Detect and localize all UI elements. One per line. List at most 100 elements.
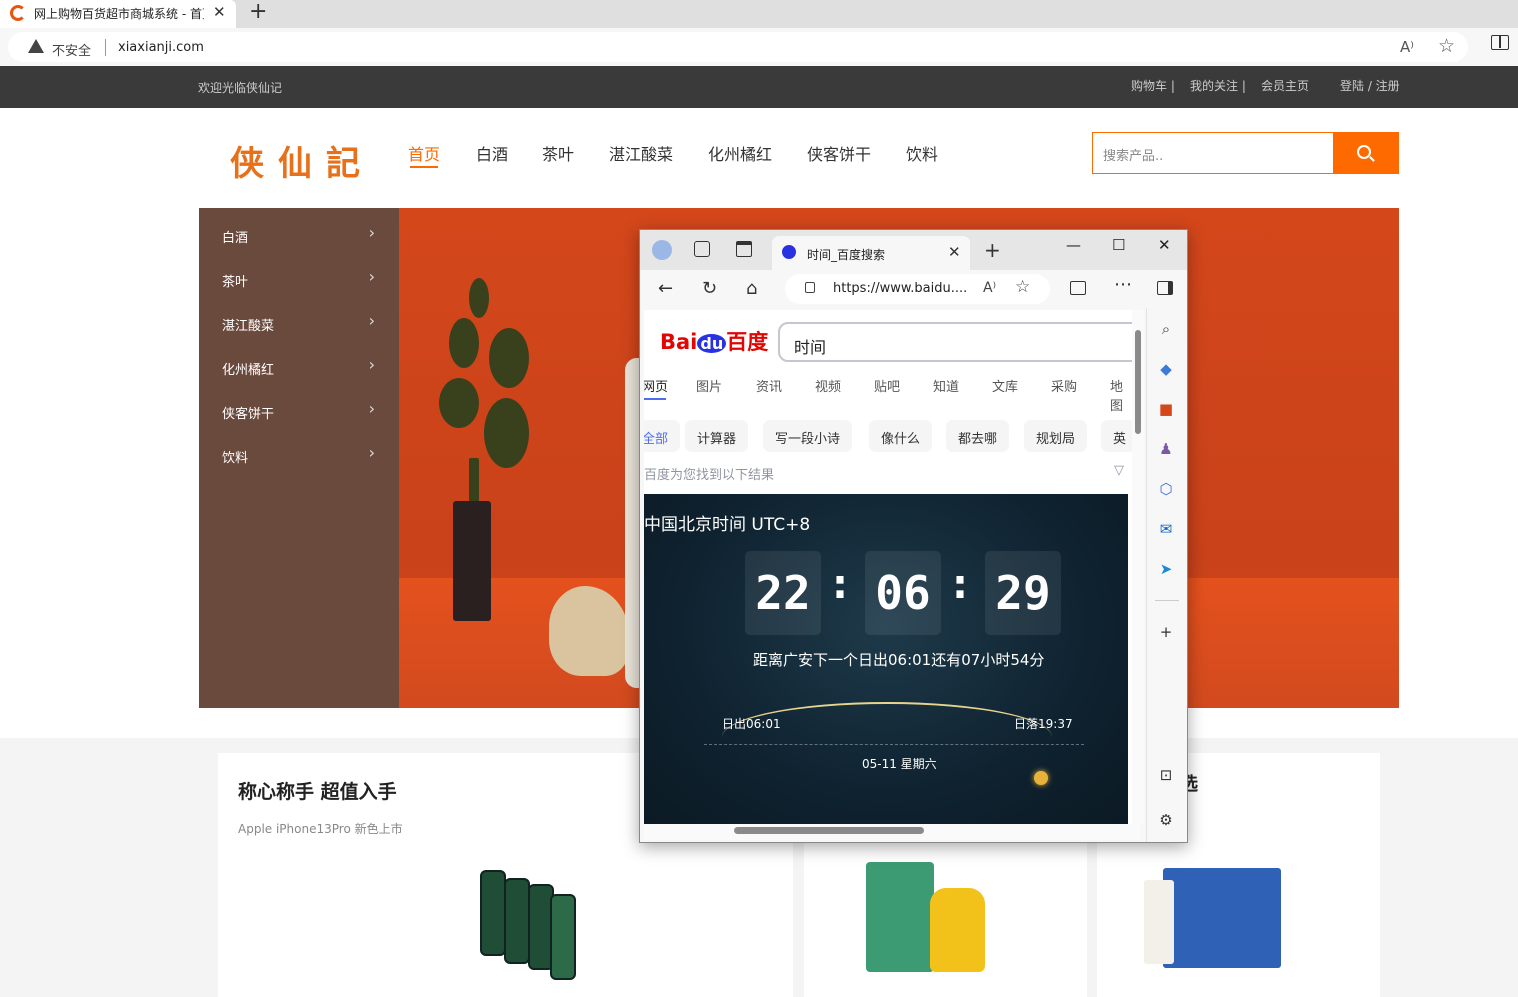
back-arrow-icon[interactable]: ← <box>658 278 673 299</box>
category-item-drinks[interactable]: 饮料 › <box>199 434 399 478</box>
baidu-tab-images[interactable]: 图片 <box>696 376 722 395</box>
maximize-button[interactable]: ☐ <box>1112 236 1125 254</box>
nav-pickles[interactable]: 湛江酸菜 <box>609 141 673 165</box>
chip-planning[interactable]: 规划局 <box>1024 420 1088 452</box>
collections-icon[interactable] <box>694 241 710 257</box>
edge-popup-window[interactable]: 时间_百度搜索 ✕ + — ☐ ✕ ← ↻ ⌂ https://www.baid… <box>639 229 1188 843</box>
favorite-star-icon[interactable]: ☆ <box>1015 277 1030 297</box>
close-tab-icon[interactable]: ✕ <box>948 243 961 261</box>
chevron-right-icon: › <box>368 443 375 462</box>
horizontal-scrollbar[interactable] <box>644 824 1140 840</box>
search-icon[interactable]: ⌕ <box>1157 320 1175 338</box>
split-screen-icon[interactable] <box>1070 281 1086 295</box>
nav-drinks[interactable]: 饮料 <box>906 141 938 165</box>
vertical-scrollbar[interactable] <box>1132 310 1144 824</box>
nav-home[interactable]: 首页 <box>408 141 440 165</box>
add-icon[interactable]: + <box>1157 623 1175 641</box>
scroll-thumb[interactable] <box>1135 330 1141 434</box>
chip-calculator[interactable]: 计算器 <box>685 420 749 452</box>
scroll-thumb[interactable] <box>734 827 924 834</box>
chip-where[interactable]: 都去哪 <box>946 420 1010 452</box>
new-tab-button[interactable]: + <box>249 0 267 24</box>
url-box[interactable]: 不安全 xiaxianji.com A⁾ ☆ <box>8 32 1468 62</box>
toolbox-icon[interactable]: ■ <box>1157 400 1175 418</box>
nav-tea[interactable]: 茶叶 <box>542 141 574 165</box>
edge-tab-strip: 时间_百度搜索 ✕ + — ☐ ✕ <box>640 230 1187 270</box>
favorite-star-icon[interactable]: ☆ <box>1438 35 1455 57</box>
edge-url-text[interactable]: https://www.baidu.... <box>833 281 967 296</box>
search-icon <box>1357 145 1371 159</box>
login-register-link[interactable]: 登陆 / 注册 <box>1340 77 1400 94</box>
milk-carton-image <box>1144 880 1174 964</box>
lock-icon[interactable] <box>805 282 815 293</box>
category-item-baijiu[interactable]: 白酒 › <box>199 214 399 258</box>
home-icon[interactable]: ⌂ <box>746 278 757 299</box>
read-aloud-icon[interactable]: A⁾ <box>983 280 996 296</box>
category-label: 化州橘红 <box>222 363 275 378</box>
chip-poem[interactable]: 写一段小诗 <box>763 420 853 452</box>
screenshot-icon[interactable]: ⊡ <box>1157 766 1175 784</box>
url-text[interactable]: xiaxianji.com <box>118 40 204 55</box>
category-item-pickles[interactable]: 湛江酸菜 › <box>199 302 399 346</box>
date-label: 05-11 星期六 <box>862 757 937 771</box>
baidu-tab-purchase[interactable]: 采购 <box>1051 376 1077 395</box>
chip-english[interactable]: 英 <box>1101 420 1132 452</box>
outlook-icon[interactable]: ✉ <box>1157 520 1175 538</box>
games-icon[interactable]: ♟ <box>1157 440 1175 458</box>
nav-juhong[interactable]: 化州橘红 <box>708 141 772 165</box>
baidu-tab-zhidao[interactable]: 知道 <box>933 376 959 395</box>
tab-actions-icon[interactable] <box>736 241 752 257</box>
sidebar-toggle-icon[interactable] <box>1157 281 1173 295</box>
read-aloud-icon[interactable]: A⁾ <box>1400 38 1414 56</box>
refresh-icon[interactable]: ↻ <box>702 278 717 299</box>
browser-tab[interactable]: 网上购物百货超市商城系统 - 首页 ✕ <box>0 0 236 28</box>
filter-icon[interactable]: ▽ <box>1114 463 1124 478</box>
more-icon[interactable]: ⋯ <box>1114 274 1132 295</box>
baidu-tab-tieba[interactable]: 贴吧 <box>874 376 900 395</box>
nav-baijiu[interactable]: 白酒 <box>476 141 508 165</box>
baidu-tab-news[interactable]: 资讯 <box>756 376 782 395</box>
send-icon[interactable]: ➤ <box>1157 560 1175 578</box>
chevron-right-icon: › <box>368 267 375 286</box>
edge-toolbar: ← ↻ ⌂ https://www.baidu.... A⁾ ☆ ⋯ <box>640 270 1187 308</box>
clock-title: 中国北京时间 UTC+8 <box>644 515 811 535</box>
split-screen-icon[interactable] <box>1491 35 1509 50</box>
close-window-button[interactable]: ✕ <box>1158 236 1171 254</box>
baidu-search-input[interactable]: 时间 <box>778 322 1132 362</box>
office-icon[interactable]: ⬡ <box>1157 480 1175 498</box>
member-link[interactable]: 会员主页 <box>1261 77 1309 94</box>
cart-link[interactable]: 购物车 | <box>1131 77 1175 94</box>
settings-gear-icon[interactable]: ⚙ <box>1157 811 1175 829</box>
close-tab-icon[interactable]: ✕ <box>213 3 226 21</box>
category-item-tea[interactable]: 茶叶 › <box>199 258 399 302</box>
warning-icon[interactable] <box>28 39 44 53</box>
profile-avatar[interactable] <box>652 240 672 260</box>
new-tab-button[interactable]: + <box>984 238 1001 262</box>
chip-like-what[interactable]: 像什么 <box>869 420 933 452</box>
plant-image <box>429 268 539 508</box>
edge-url-box[interactable]: https://www.baidu.... A⁾ ☆ <box>785 274 1050 304</box>
search-button[interactable] <box>1333 132 1399 174</box>
sunset-label: 日落19:37 <box>1014 717 1073 731</box>
baidu-logo[interactable]: Bai du 百度 <box>660 326 768 356</box>
security-label[interactable]: 不安全 <box>52 40 91 59</box>
category-item-biscuits[interactable]: 侠客饼干 › <box>199 390 399 434</box>
category-item-juhong[interactable]: 化州橘红 › <box>199 346 399 390</box>
category-menu: 白酒 › 茶叶 › 湛江酸菜 › 化州橘红 › 侠客饼干 › 饮料 › <box>199 208 399 708</box>
tag-icon[interactable]: ◆ <box>1157 360 1175 378</box>
chip-all[interactable]: 全部 <box>644 420 681 452</box>
search-input[interactable]: 搜索产品.. <box>1092 132 1334 174</box>
nav-biscuits[interactable]: 侠客饼干 <box>807 141 871 165</box>
baidu-tab-map[interactable]: 地图 <box>1110 376 1132 414</box>
vase-image <box>453 501 491 621</box>
baidu-tab-wenku[interactable]: 文库 <box>992 376 1018 395</box>
site-favicon-icon <box>10 5 26 21</box>
edge-tab[interactable]: 时间_百度搜索 ✕ <box>772 236 970 270</box>
baidu-tab-video[interactable]: 视频 <box>815 376 841 395</box>
chevron-right-icon: › <box>368 223 375 242</box>
follow-link[interactable]: 我的关注 | <box>1190 77 1246 94</box>
site-logo[interactable]: 侠仙記 <box>230 136 374 185</box>
category-label: 茶叶 <box>222 275 249 290</box>
minimize-button[interactable]: — <box>1066 236 1081 254</box>
baidu-tab-web[interactable]: 网页 <box>644 376 668 395</box>
